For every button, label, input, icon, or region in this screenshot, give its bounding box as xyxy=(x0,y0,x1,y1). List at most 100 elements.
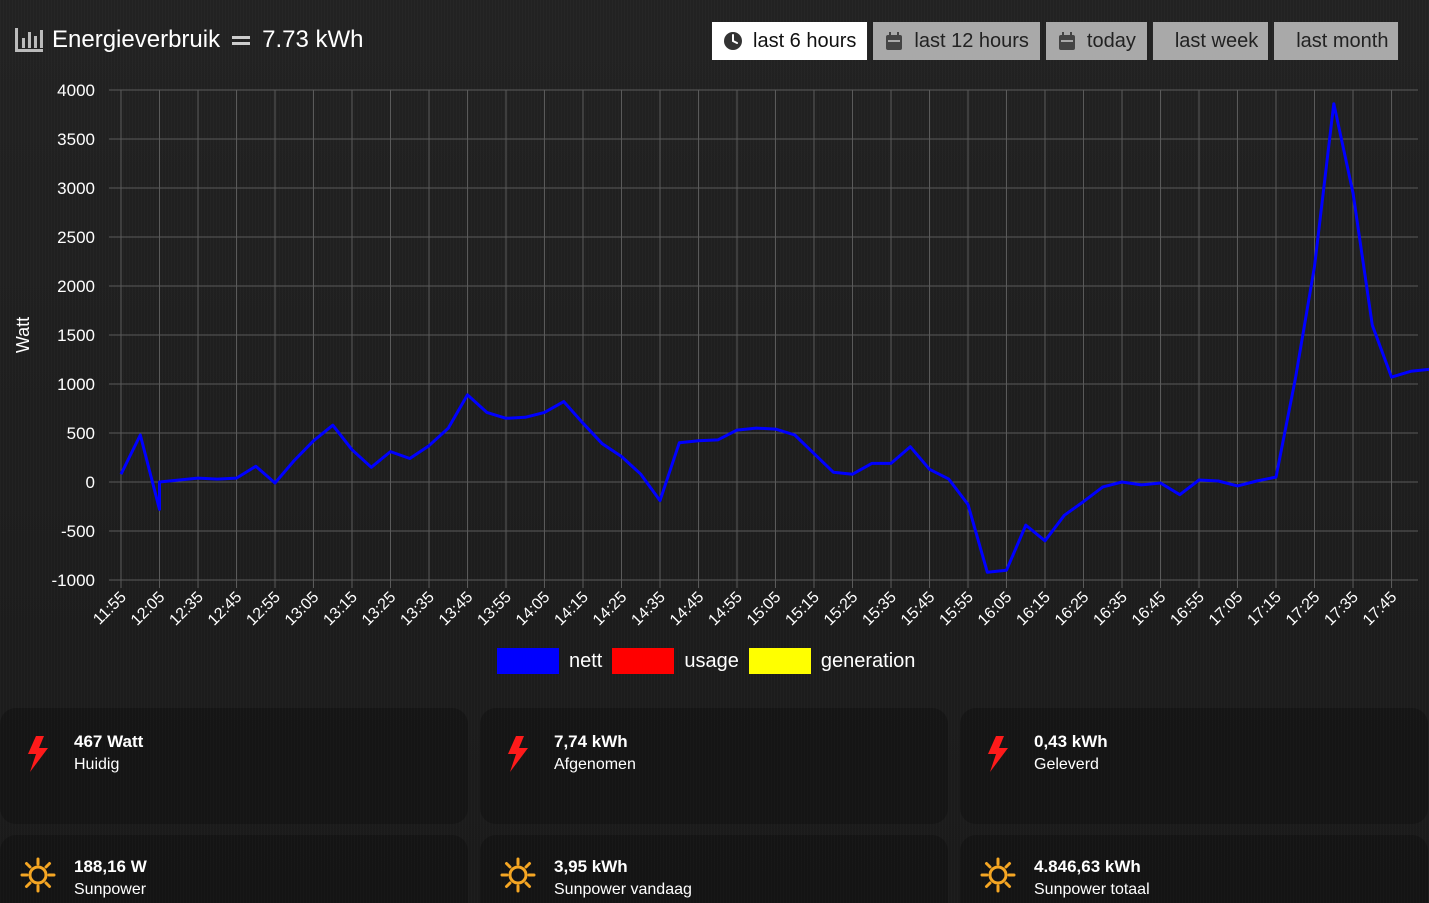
range-label: last week xyxy=(1174,29,1259,52)
x-tick-label: 14:55 xyxy=(705,589,745,629)
x-tick-label: 16:25 xyxy=(1052,589,1092,629)
x-tick-label: 13:55 xyxy=(474,589,514,629)
legend-swatch-usage xyxy=(612,648,675,674)
y-tick-label: 3500 xyxy=(57,130,95,149)
range-today-button[interactable]: today xyxy=(1045,22,1147,60)
lightning-icon xyxy=(988,736,1008,772)
x-tick-label: 16:45 xyxy=(1129,589,1169,629)
bar-chart-icon xyxy=(15,28,43,52)
x-tick-label: 16:15 xyxy=(1013,589,1053,629)
x-tick-label: 17:35 xyxy=(1321,589,1361,629)
x-tick-label: 14:15 xyxy=(551,589,591,629)
x-tick-label: 12:05 xyxy=(128,589,168,629)
total-energy: 7.73 kWh xyxy=(262,26,364,53)
sun-icon xyxy=(500,857,536,893)
legend-label: nett xyxy=(569,649,603,672)
tile-value: 0,43 kWh xyxy=(1034,732,1108,751)
legend-item-usage[interactable]: usage xyxy=(612,648,739,674)
x-tick-label: 15:55 xyxy=(936,589,976,629)
tile-geleverd[interactable]: 0,43 kWh Geleverd xyxy=(960,708,1428,824)
lightning-icon xyxy=(28,736,48,772)
energy-line-chart: 4000 3500 3000 2500 2000 1500 1000 500 0 -500 -100… xyxy=(13,81,1429,629)
y-tick-label: -1000 xyxy=(52,571,95,590)
legend-item-nett[interactable]: nett xyxy=(497,648,602,674)
equals-icon xyxy=(232,33,252,47)
legend-item-generation[interactable]: generation xyxy=(748,648,916,674)
x-tick-label: 17:45 xyxy=(1360,589,1400,629)
y-tick-label: 500 xyxy=(67,424,95,443)
x-tick-label: 17:05 xyxy=(1206,589,1246,629)
x-tick-label: 14:25 xyxy=(590,589,630,629)
x-tick-label: 15:25 xyxy=(821,589,861,629)
tile-value: 467 Watt xyxy=(74,732,144,751)
x-tick-label: 13:05 xyxy=(282,589,322,629)
x-tick-label: 15:05 xyxy=(744,589,784,629)
tile-afgenomen[interactable]: 7,74 kWh Afgenomen xyxy=(480,708,948,824)
x-tick-label: 17:15 xyxy=(1244,589,1284,629)
x-tick-label: 12:55 xyxy=(243,589,283,629)
sun-icon xyxy=(980,857,1016,893)
calendar-icon xyxy=(1058,32,1075,50)
y-axis-label: Watt xyxy=(13,317,33,353)
x-tick-label: 13:35 xyxy=(397,589,437,629)
y-tick-label: 3000 xyxy=(57,179,95,198)
y-tick-label: 2500 xyxy=(57,228,95,247)
range-label: today xyxy=(1086,29,1136,52)
calendar-icon xyxy=(886,32,903,50)
range-selector: last 6 hours last 12 hours today last we… xyxy=(712,22,1399,60)
tile-sunpower-vandaag[interactable]: 3,95 kWh Sunpower vandaag xyxy=(480,835,948,903)
range-label: last 6 hours xyxy=(753,29,857,52)
x-tick-label: 15:15 xyxy=(782,589,822,629)
clock-icon xyxy=(724,32,742,50)
x-tick-label: 16:05 xyxy=(975,589,1015,629)
page-title: Energieverbruik xyxy=(52,26,221,53)
tile-label: Sunpower totaal xyxy=(1034,881,1150,898)
legend-swatch-generation xyxy=(748,648,811,674)
x-tick-label: 11:55 xyxy=(90,589,130,629)
x-tick-label: 16:55 xyxy=(1167,589,1207,629)
range-label: last month xyxy=(1296,29,1389,52)
x-tick-label: 13:25 xyxy=(359,589,399,629)
x-tick-label: 16:35 xyxy=(1090,589,1130,629)
legend-swatch-nett xyxy=(497,648,559,674)
range-last-12-hours-button[interactable]: last 12 hours xyxy=(873,22,1040,60)
range-last-month-button[interactable]: last month xyxy=(1274,22,1399,60)
y-tick-label: 0 xyxy=(86,473,95,492)
range-label: last 12 hours xyxy=(914,29,1029,52)
chart-legend: nett usage generation xyxy=(497,648,925,674)
x-tick-label: 15:35 xyxy=(859,589,899,629)
tile-label: Afgenomen xyxy=(554,756,636,773)
tile-label: Geleverd xyxy=(1034,756,1099,773)
x-tick-label: 14:35 xyxy=(628,589,668,629)
x-tick-label: 13:45 xyxy=(436,589,476,629)
y-tick-label: 2000 xyxy=(57,277,95,296)
legend-label: generation xyxy=(820,649,916,672)
lightning-icon xyxy=(508,736,528,772)
tile-label: Sunpower xyxy=(74,881,147,898)
tile-label: Sunpower vandaag xyxy=(554,881,692,898)
y-tick-label: 1000 xyxy=(57,375,95,394)
sun-icon xyxy=(20,857,56,893)
legend-label: usage xyxy=(684,649,739,672)
y-tick-label: 1500 xyxy=(57,326,95,345)
x-tick-label: 17:25 xyxy=(1283,589,1323,629)
y-tick-label: -500 xyxy=(61,522,95,541)
x-tick-label: 14:05 xyxy=(513,589,553,629)
x-tick-label: 14:45 xyxy=(667,589,707,629)
x-tick-label: 13:15 xyxy=(320,589,360,629)
range-last-6-hours-button[interactable]: last 6 hours xyxy=(712,22,868,60)
x-tick-label: 15:45 xyxy=(898,589,938,629)
x-tick-label: 12:45 xyxy=(205,589,245,629)
tile-value: 188,16 W xyxy=(74,857,147,876)
range-last-week-button[interactable]: last week xyxy=(1152,22,1269,60)
tile-value: 4.846,63 kWh xyxy=(1034,857,1141,876)
y-tick-label: 4000 xyxy=(57,81,95,100)
tile-huidig[interactable]: 467 Watt Huidig xyxy=(0,708,468,824)
tile-sunpower-totaal[interactable]: 4.846,63 kWh Sunpower totaal xyxy=(960,835,1428,903)
x-tick-label: 12:35 xyxy=(166,589,206,629)
tile-label: Huidig xyxy=(74,756,120,773)
tile-sunpower[interactable]: 188,16 W Sunpower xyxy=(0,835,468,903)
chart-header: Energieverbruik 7.73 kWh xyxy=(14,22,363,58)
tile-value: 7,74 kWh xyxy=(554,732,628,751)
tile-value: 3,95 kWh xyxy=(554,857,628,876)
